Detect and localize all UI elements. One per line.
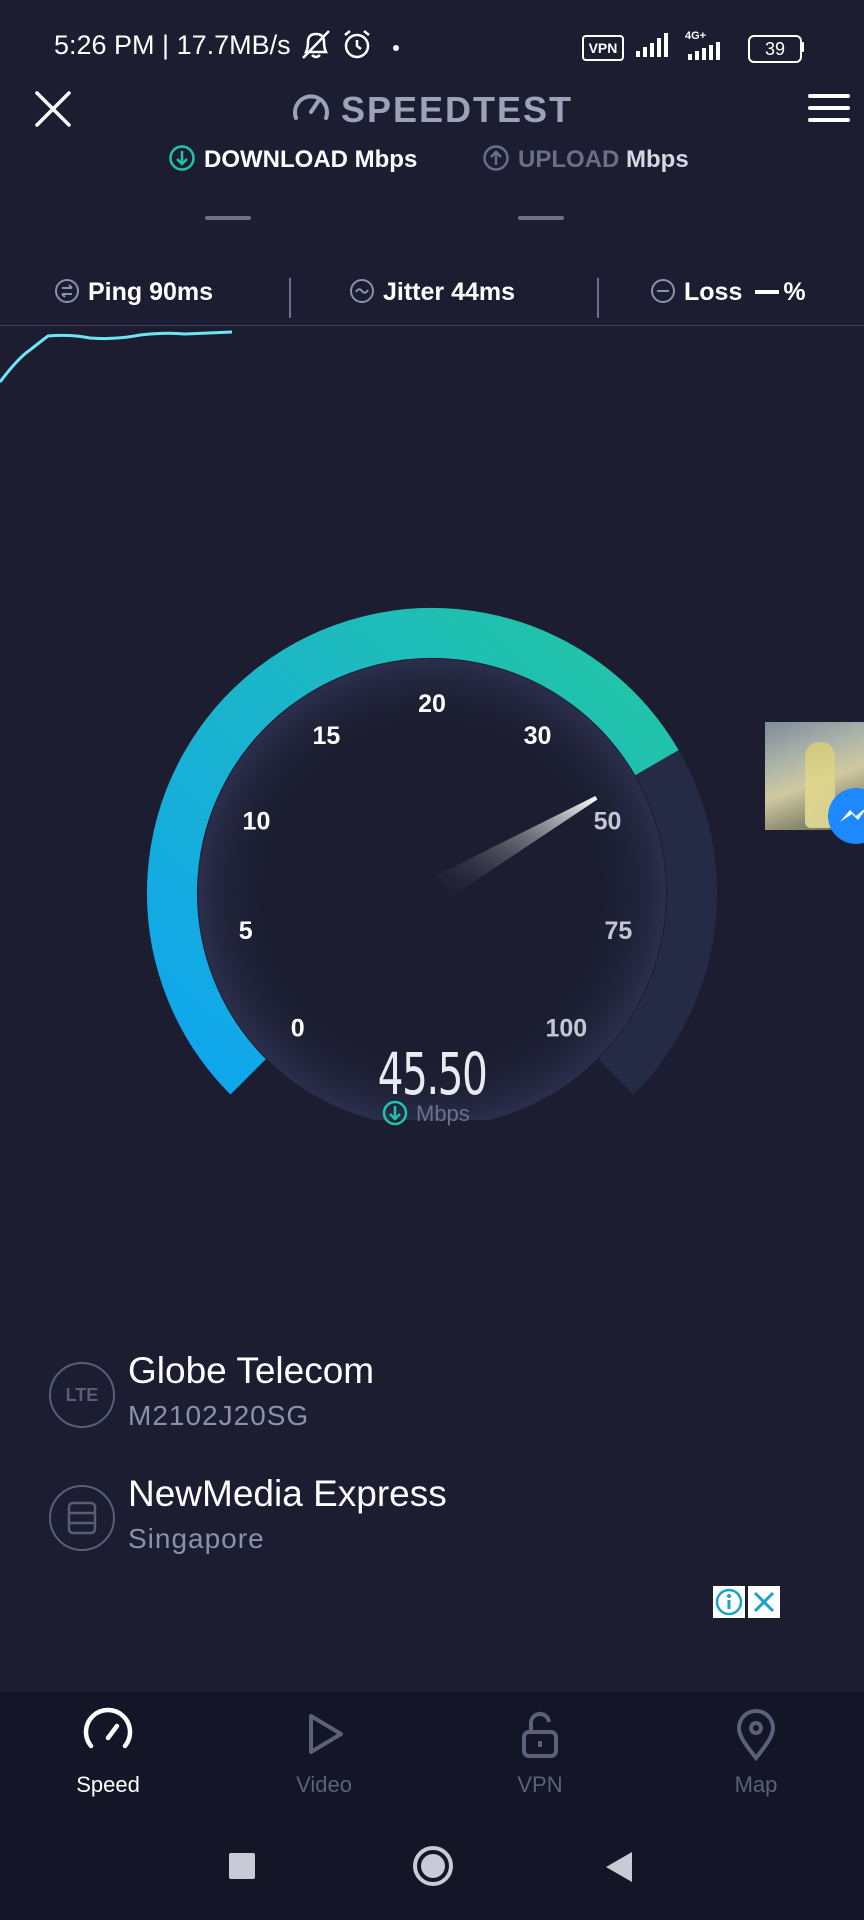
server-name[interactable]: NewMedia Express xyxy=(128,1473,447,1515)
battery-level: 39 xyxy=(764,39,786,59)
download-icon xyxy=(169,145,195,171)
server-icon-glyph xyxy=(67,1501,97,1535)
ad-close-icon[interactable] xyxy=(748,1586,780,1618)
upload-unit: Mbps xyxy=(626,146,689,173)
download-label: DOWNLOAD xyxy=(204,146,348,173)
download-unit: Mbps xyxy=(354,146,418,173)
ping-icon xyxy=(55,279,79,303)
signal-icon-2 xyxy=(688,42,720,60)
metric-divider xyxy=(289,278,291,318)
device-model: M2102J20SG xyxy=(128,1400,310,1431)
speed-graph-line xyxy=(0,330,233,383)
jitter-icon xyxy=(350,279,374,303)
metric-divider xyxy=(597,278,599,318)
back-button[interactable] xyxy=(604,1850,634,1884)
upload-tab[interactable]: UPLOAD Mbps xyxy=(482,144,689,174)
nav-speed-label: Speed xyxy=(76,1772,140,1797)
speed-value: 45.50 xyxy=(377,1040,488,1108)
lte-icon: LTE xyxy=(49,1362,115,1428)
gauge-tick-label: 5 xyxy=(239,917,253,945)
nav-vpn-label: VPN xyxy=(517,1772,563,1797)
info-icon xyxy=(715,1588,743,1616)
jitter-value: 44ms xyxy=(451,278,516,306)
jitter-label: Jitter xyxy=(383,278,445,306)
upload-value-placeholder xyxy=(518,216,564,220)
speed-unit-row: Mbps xyxy=(382,1100,470,1127)
jitter-metric: Jitter 44ms xyxy=(349,278,515,307)
battery-nub xyxy=(800,42,804,52)
unlock-icon xyxy=(522,1712,558,1758)
speed-gauge: 0 5 10 15 20 30 50 75 100 xyxy=(147,608,717,1120)
messenger-bubble-icon[interactable] xyxy=(828,788,864,844)
gauge-tick-label: 0 xyxy=(291,1014,305,1042)
app-header: SPEEDTEST xyxy=(0,88,864,131)
status-time: 5:26 PM | 17.7MB/s xyxy=(54,30,291,60)
gauge-tick-label: 15 xyxy=(313,722,341,750)
map-pin-icon xyxy=(736,1709,776,1762)
speedometer-icon xyxy=(292,94,329,120)
recents-button[interactable] xyxy=(229,1853,255,1879)
menu-icon[interactable] xyxy=(808,92,850,124)
nav-speed[interactable]: Speed xyxy=(0,1692,216,1842)
isp-name: Globe Telecom xyxy=(128,1350,375,1391)
speedometer-icon xyxy=(83,1707,133,1749)
loss-unit: % xyxy=(783,278,806,306)
nav-video[interactable]: Video xyxy=(216,1692,432,1842)
download-tab[interactable]: DOWNLOAD Mbps xyxy=(168,144,417,174)
network-type: 4G+ xyxy=(685,30,707,42)
speed-unit: Mbps xyxy=(416,1101,470,1126)
gauge-tick-label: 100 xyxy=(545,1014,587,1042)
upload-label: UPLOAD xyxy=(518,146,620,173)
loss-icon xyxy=(651,279,675,303)
play-icon xyxy=(309,1714,343,1754)
ping-label: Ping xyxy=(88,278,143,306)
signal-icon xyxy=(636,33,668,57)
home-button[interactable] xyxy=(411,1844,455,1888)
bell-off-icon xyxy=(302,30,330,59)
alarm-icon xyxy=(344,30,370,59)
lte-icon-text: LTE xyxy=(65,1385,99,1405)
gauge-tick-label: 20 xyxy=(418,690,446,718)
loss-placeholder xyxy=(755,290,780,294)
upload-icon xyxy=(483,145,509,171)
vpn-badge: VPN xyxy=(582,35,624,61)
battery-icon: 39 xyxy=(748,35,802,63)
nav-map-label: Map xyxy=(734,1772,778,1797)
close-icon xyxy=(753,1591,775,1613)
app-title: SPEEDTEST xyxy=(340,89,574,130)
messenger-icon xyxy=(840,809,864,822)
server-location: Singapore xyxy=(128,1523,265,1554)
ad-info-icon[interactable] xyxy=(713,1586,745,1618)
server-icon xyxy=(49,1485,115,1551)
ping-value: 90ms xyxy=(149,278,214,306)
loss-metric: Loss % xyxy=(650,278,806,307)
gauge-tick-label: 75 xyxy=(604,917,632,945)
nav-video-label: Video xyxy=(296,1772,352,1797)
gauge-tick-label: 30 xyxy=(524,722,552,750)
notification-dot xyxy=(393,45,399,51)
download-value-placeholder xyxy=(205,216,251,220)
loss-label: Loss xyxy=(684,278,743,306)
ping-metric: Ping 90ms xyxy=(54,278,213,307)
nav-map[interactable]: Map xyxy=(648,1692,864,1842)
nav-vpn[interactable]: VPN xyxy=(432,1692,648,1842)
download-icon xyxy=(382,1100,408,1126)
gauge-tick-label: 10 xyxy=(243,807,271,835)
gauge-tick-label: 50 xyxy=(594,807,622,835)
